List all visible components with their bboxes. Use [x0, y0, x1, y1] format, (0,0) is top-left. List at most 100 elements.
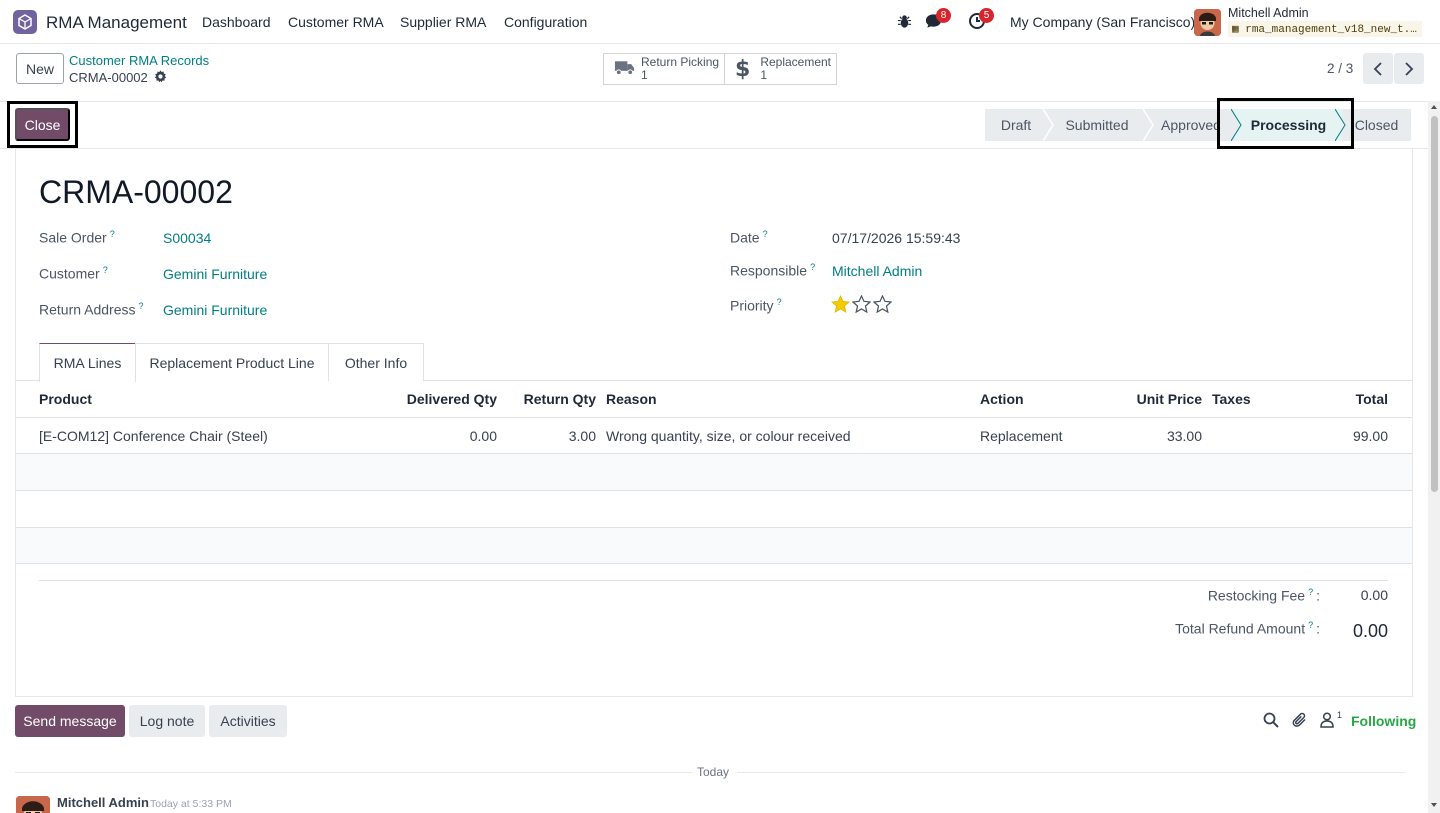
column-header-unit-price[interactable]: Unit Price: [1120, 391, 1202, 407]
totals-divider: [39, 580, 1388, 581]
total-refund-label-text: Total Refund Amount: [1175, 620, 1306, 637]
chevron-left-icon: [1373, 61, 1382, 76]
pager-next-button[interactable]: [1394, 53, 1424, 84]
paperclip-icon[interactable]: [1292, 712, 1308, 732]
send-message-button[interactable]: Send message: [15, 705, 125, 737]
column-header-delivered-qty[interactable]: Delivered Qty: [380, 391, 497, 407]
column-header-product[interactable]: Product: [39, 391, 92, 407]
following-button[interactable]: Following: [1351, 713, 1416, 729]
menu-dashboard[interactable]: Dashboard: [202, 14, 271, 30]
tab-rma-lines[interactable]: RMA Lines: [39, 343, 136, 382]
user-avatar[interactable]: [1194, 9, 1221, 36]
breadcrumb-current-record: CRMA-00002: [69, 70, 148, 85]
menu-configuration[interactable]: Configuration: [504, 14, 587, 30]
priority-star-filled-icon[interactable]: [831, 295, 850, 316]
help-icon[interactable]: ?: [103, 265, 108, 275]
empty-table-row: [16, 491, 1412, 527]
help-icon[interactable]: ?: [763, 229, 768, 239]
customer-label-text: Customer: [39, 265, 100, 282]
page-scrollbar-thumb[interactable]: [1431, 116, 1438, 492]
help-icon[interactable]: ?: [110, 229, 115, 239]
debug-bug-icon[interactable]: [897, 14, 912, 32]
sale-order-label-text: Sale Order: [39, 229, 107, 246]
company-switcher[interactable]: My Company (San Francisco): [1010, 14, 1195, 30]
cell-unit-price[interactable]: 33.00: [1120, 428, 1202, 444]
label-colon: :: [1316, 587, 1320, 604]
column-header-reason[interactable]: Reason: [606, 391, 657, 407]
breadcrumb-customer-rma-records[interactable]: Customer RMA Records: [69, 53, 209, 68]
cell-delivered-qty[interactable]: 0.00: [380, 428, 497, 444]
app-name[interactable]: RMA Management: [46, 13, 187, 33]
column-header-action[interactable]: Action: [980, 391, 1024, 407]
database-name: ▦ rma_management_v18_new_t...: [1228, 21, 1422, 37]
pager-previous-button[interactable]: [1363, 53, 1393, 84]
date-label: Date?: [730, 229, 768, 246]
followers-user-icon[interactable]: [1320, 712, 1334, 731]
pager-value[interactable]: 2 / 3: [1327, 61, 1353, 76]
activities-clock-icon[interactable]: 5: [968, 8, 994, 33]
cell-return-qty[interactable]: 3.00: [507, 428, 596, 444]
help-icon[interactable]: ?: [1308, 587, 1313, 597]
search-icon[interactable]: [1263, 712, 1279, 731]
column-header-taxes[interactable]: Taxes: [1212, 391, 1251, 407]
menu-supplier-rma[interactable]: Supplier RMA: [400, 14, 486, 30]
help-icon[interactable]: ?: [777, 297, 782, 307]
total-refund-value: 0.00: [1352, 621, 1388, 641]
activities-button[interactable]: Activities: [209, 705, 287, 737]
return-picking-label: Return Picking: [641, 55, 720, 69]
restocking-fee-value: 0.00: [1360, 587, 1388, 603]
column-header-return-qty[interactable]: Return Qty: [507, 391, 596, 407]
cell-product[interactable]: [E-COM12] Conference Chair (Steel): [39, 428, 268, 444]
date-separator-line: [15, 772, 692, 773]
new-button[interactable]: New: [16, 53, 64, 84]
cell-action[interactable]: Replacement: [980, 428, 1063, 444]
sale-order-value[interactable]: S00034: [163, 230, 211, 246]
database-label: rma_management_v18_new_t...: [1245, 24, 1422, 36]
priority-star-empty-icon[interactable]: [851, 294, 872, 316]
help-icon[interactable]: ?: [810, 262, 815, 272]
message-author-name[interactable]: Mitchell Admin: [57, 795, 149, 810]
chevron-right-icon: [1405, 61, 1414, 76]
followers-count: 1: [1337, 710, 1343, 720]
gear-icon[interactable]: [154, 70, 167, 86]
help-icon[interactable]: ?: [1308, 620, 1313, 630]
dollar-icon: $: [735, 56, 751, 82]
app-logo-icon[interactable]: [13, 10, 37, 34]
date-value[interactable]: 07/17/2026 15:59:43: [832, 230, 960, 246]
stage-separator: [1043, 109, 1054, 141]
date-separator-today: Today: [697, 765, 730, 779]
customer-value[interactable]: Gemini Furniture: [163, 266, 267, 282]
message-author-avatar[interactable]: [16, 796, 50, 813]
tab-replacement-product-line[interactable]: Replacement Product Line: [135, 343, 329, 381]
top-navbar: RMA Management Dashboard Customer RMA Su…: [0, 0, 1440, 44]
table-divider: [16, 417, 1412, 418]
help-icon[interactable]: ?: [139, 301, 144, 311]
close-button[interactable]: Close: [15, 108, 70, 141]
stage-separator: [1143, 109, 1154, 141]
restocking-fee-label: Restocking Fee?:: [1140, 587, 1320, 604]
date-separator-line: [737, 772, 1405, 773]
responsible-value[interactable]: Mitchell Admin: [832, 263, 922, 279]
column-header-total[interactable]: Total: [1330, 391, 1388, 407]
scroll-up-arrow-icon[interactable]: [1430, 103, 1438, 111]
stage-draft[interactable]: Draft: [985, 109, 1047, 141]
return-picking-count: 1: [641, 68, 648, 82]
message-timestamp: Today at 5:33 PM: [150, 798, 232, 810]
log-note-button[interactable]: Log note: [129, 705, 205, 737]
tab-other-info[interactable]: Other Info: [328, 343, 424, 381]
messages-chat-icon[interactable]: 8: [924, 8, 951, 33]
scroll-down-arrow-icon[interactable]: [1430, 801, 1438, 809]
return-address-value[interactable]: Gemini Furniture: [163, 302, 267, 318]
replacement-smart-button[interactable]: $ Replacement 1: [724, 53, 837, 85]
cell-total[interactable]: 99.00: [1330, 428, 1388, 444]
stage-submitted[interactable]: Submitted: [1047, 109, 1147, 141]
return-picking-smart-button[interactable]: Return Picking 1: [603, 53, 725, 85]
user-name[interactable]: Mitchell Admin: [1228, 6, 1309, 20]
menu-customer-rma[interactable]: Customer RMA: [288, 14, 384, 30]
cell-reason[interactable]: Wrong quantity, size, or colour received: [606, 428, 851, 444]
priority-star-empty-icon[interactable]: [872, 294, 893, 316]
empty-table-row: [16, 528, 1412, 564]
responsible-label-text: Responsible: [730, 262, 808, 279]
database-icon: ▦: [1232, 24, 1239, 36]
record-title: CRMA-00002: [39, 174, 233, 210]
